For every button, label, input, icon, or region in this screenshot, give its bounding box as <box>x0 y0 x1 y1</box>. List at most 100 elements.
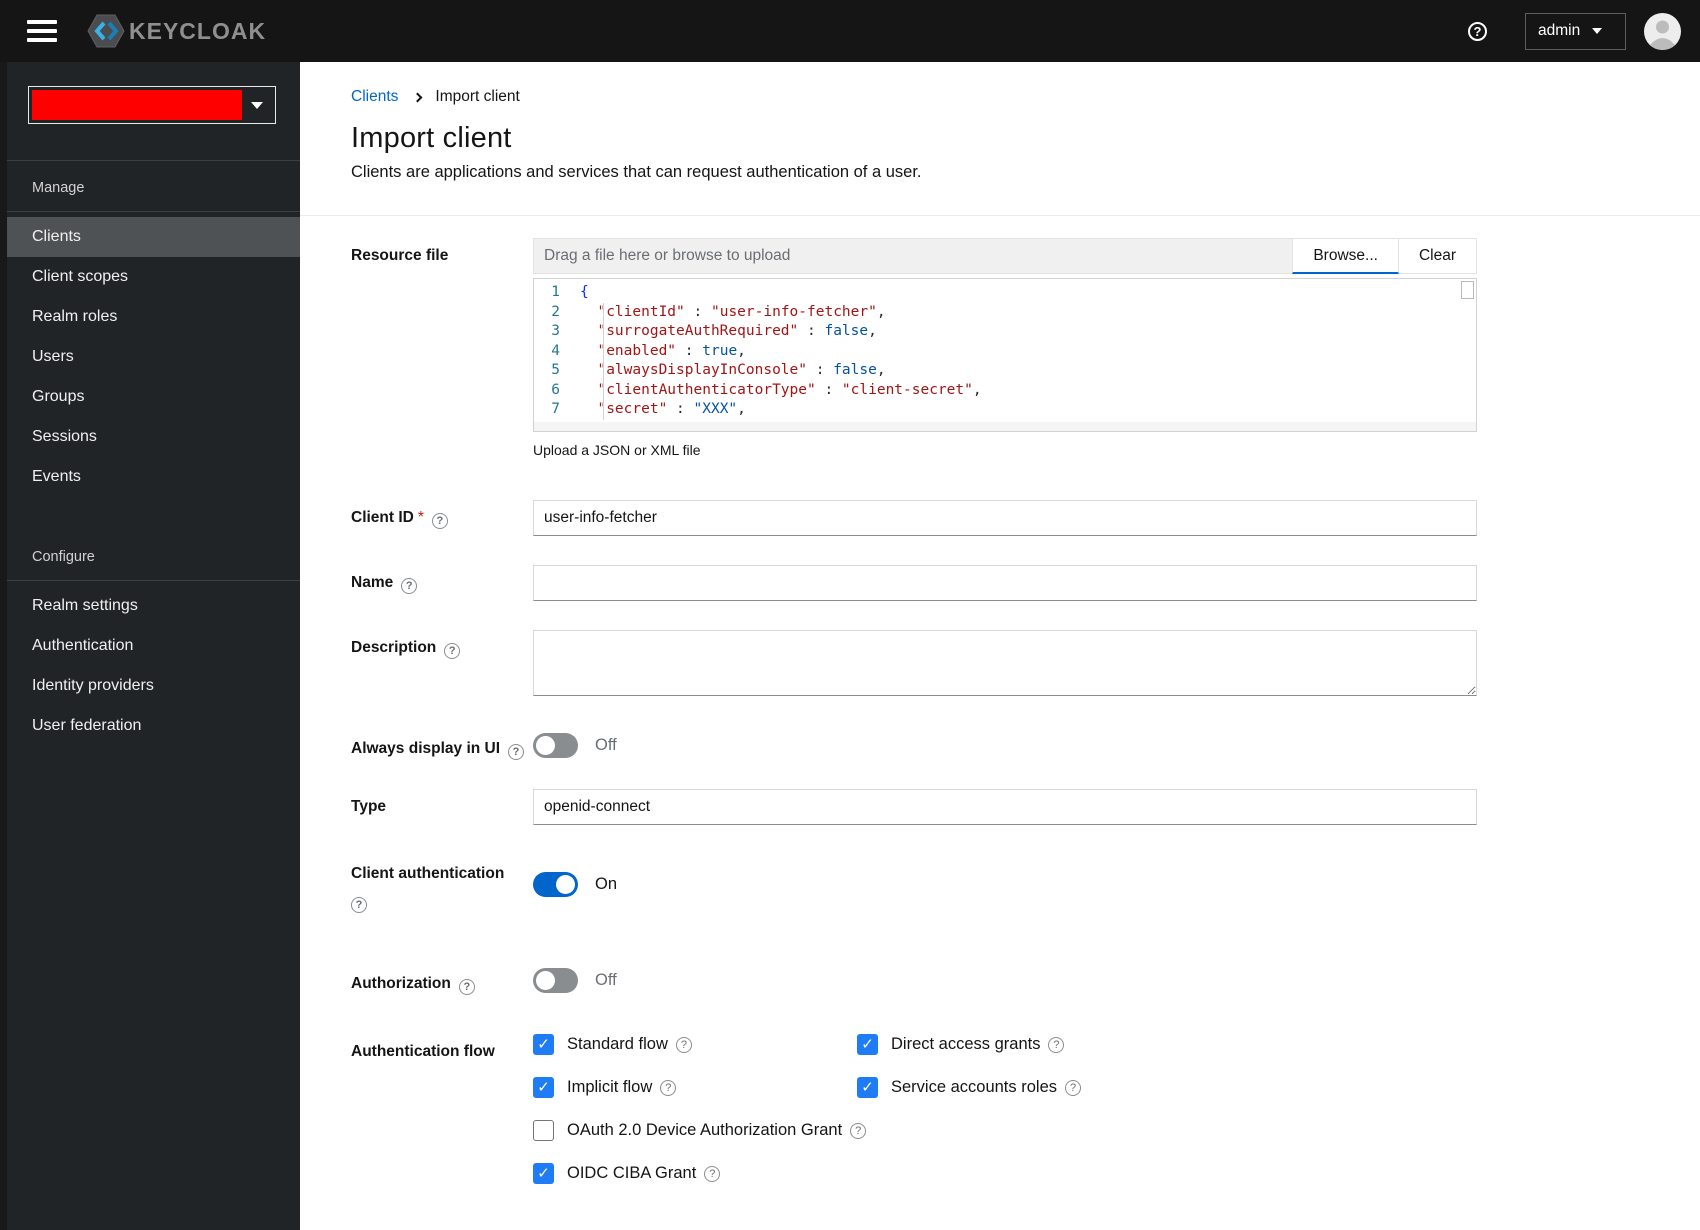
checkbox-oidc-ciba-grant[interactable]: ✓ OIDC CIBA Grant <box>533 1163 1477 1184</box>
checkbox-oauth-device-grant[interactable]: OAuth 2.0 Device Authorization Grant <box>533 1120 1477 1141</box>
nav-section-title: Manage <box>0 161 300 212</box>
help-icon[interactable] <box>508 744 525 760</box>
sidebar-item-clients[interactable]: Clients <box>0 217 300 257</box>
realm-selector[interactable] <box>28 86 276 124</box>
sidebar-item-events[interactable]: Events <box>0 457 300 497</box>
editor-scrollbar[interactable] <box>1461 281 1474 299</box>
help-icon[interactable] <box>431 513 448 529</box>
keycloak-logo: KEYCLOAK <box>85 14 275 48</box>
checkbox-checked-icon[interactable]: ✓ <box>533 1163 554 1184</box>
always-display-toggle[interactable] <box>533 733 578 758</box>
description-label: Description <box>351 630 533 701</box>
sidebar-item-user-federation[interactable]: User federation <box>0 706 300 746</box>
browse-button[interactable]: Browse... <box>1292 238 1399 274</box>
code-editor[interactable]: 1{2 "clientId" : "user-info-fetcher", 3 "… <box>533 278 1477 432</box>
nav-list: Clients Client scopes Realm roles Users Grou… <box>0 212 300 497</box>
help-icon[interactable] <box>458 979 475 995</box>
sidebar-item-label: Identity providers <box>32 677 154 694</box>
nav-toggle-hamburger-icon[interactable] <box>27 20 57 42</box>
checkmark-icon: ✓ <box>537 1079 550 1096</box>
checkbox-unchecked-icon[interactable] <box>533 1120 554 1141</box>
line-number: 7 <box>551 401 560 417</box>
checkmark-icon: ✓ <box>537 1165 550 1182</box>
code-line: 1{ <box>534 283 1476 303</box>
auth-flow-label: Authentication flow <box>351 1043 495 1060</box>
line-number: 2 <box>551 303 560 320</box>
sidebar-item-groups[interactable]: Groups <box>0 377 300 417</box>
checkbox-checked-icon[interactable]: ✓ <box>857 1034 878 1055</box>
chevron-down-icon <box>1592 28 1603 34</box>
authorization-toggle[interactable] <box>533 968 578 993</box>
avatar[interactable] <box>1644 12 1681 50</box>
line-number: 6 <box>551 381 560 398</box>
sidebar-item-label: User federation <box>32 717 142 734</box>
help-icon[interactable] <box>401 578 418 594</box>
code-text: "alwaysDisplayInConsole" : false, <box>597 362 886 378</box>
editor-hscrollbar[interactable] <box>534 422 1476 431</box>
checkbox-implicit-flow[interactable]: ✓ Implicit flow <box>533 1077 857 1098</box>
sidebar-item-client-scopes[interactable]: Client scopes <box>0 257 300 297</box>
auth-flow-checkbox-grid: ✓ Standard flow ✓ Direct access grants ✓ Impl… <box>533 1034 1477 1184</box>
line-number: 5 <box>551 362 560 378</box>
resource-file-label: Resource file <box>351 247 449 264</box>
checkmark-icon: ✓ <box>861 1079 874 1096</box>
checkbox-label: Service accounts roles <box>891 1078 1057 1096</box>
sidebar-item-identity-providers[interactable]: Identity providers <box>0 666 300 706</box>
client-id-field[interactable] <box>533 500 1477 536</box>
sidebar-item-sessions[interactable]: Sessions <box>0 417 300 457</box>
sidebar-item-label: Events <box>32 468 81 485</box>
sidebar-item-label: Clients <box>32 228 81 245</box>
brand-text: KEYCLOAK <box>129 18 266 44</box>
help-icon[interactable] <box>1065 1079 1081 1096</box>
help-icon[interactable] <box>1048 1036 1065 1053</box>
checkbox-checked-icon[interactable]: ✓ <box>533 1077 554 1098</box>
sidebar-item-label: Users <box>32 348 74 365</box>
code-text: { <box>580 284 589 300</box>
clear-button[interactable]: Clear <box>1398 238 1477 274</box>
checkbox-checked-icon[interactable]: ✓ <box>857 1077 878 1098</box>
help-icon[interactable] <box>850 1122 867 1139</box>
help-icon[interactable] <box>444 643 461 659</box>
type-field[interactable] <box>533 789 1477 825</box>
description-field[interactable] <box>533 630 1477 696</box>
always-display-label-text: Always display in UI <box>351 740 501 757</box>
help-icon[interactable] <box>351 897 367 913</box>
sidebar-item-authentication[interactable]: Authentication <box>0 626 300 666</box>
breadcrumb-current: Import client <box>435 88 520 105</box>
help-icon[interactable] <box>660 1079 677 1096</box>
code-line: 2 "clientId" : "user-info-fetcher", <box>534 303 1476 323</box>
code-text: "secret" : "XXX", <box>597 401 746 417</box>
checkmark-icon: ✓ <box>537 1036 550 1053</box>
sidebar-item-label: Sessions <box>32 428 97 445</box>
name-field[interactable] <box>533 565 1477 601</box>
help-icon[interactable] <box>1468 21 1487 41</box>
name-label: Name <box>351 565 533 601</box>
file-upload-drop-zone[interactable]: Drag a file here or browse to upload <box>533 238 1293 274</box>
checkbox-checked-icon[interactable]: ✓ <box>533 1034 554 1055</box>
code-line: 5 "alwaysDisplayInConsole" : false, <box>534 361 1476 381</box>
user-menu-dropdown[interactable]: admin <box>1525 12 1626 50</box>
sidebar-item-label: Realm roles <box>32 308 118 325</box>
import-client-form: Resource file Drag a file here or browse… <box>351 238 1477 1230</box>
checkbox-direct-access-grants[interactable]: ✓ Direct access grants <box>857 1034 1477 1055</box>
page-title: Import client <box>351 122 512 154</box>
description-label-text: Description <box>351 639 437 656</box>
checkbox-service-accounts-roles[interactable]: ✓ Service accounts roles <box>857 1077 1477 1098</box>
realm-name-redacted <box>32 90 242 120</box>
sidebar-item-label: Client scopes <box>32 268 129 285</box>
client-auth-toggle[interactable] <box>533 872 578 897</box>
help-icon[interactable] <box>675 1036 692 1053</box>
code-line: 4 "enabled" : true, <box>534 342 1476 362</box>
sidebar-item-realm-settings[interactable]: Realm settings <box>0 586 300 626</box>
upload-helper-text: Upload a JSON or XML file <box>533 442 701 458</box>
sidebar-item-users[interactable]: Users <box>0 337 300 377</box>
required-asterisk: * <box>417 509 424 526</box>
sidebar-item-realm-roles[interactable]: Realm roles <box>0 297 300 337</box>
user-name: admin <box>1538 22 1581 39</box>
authorization-label: Authorization <box>351 966 533 995</box>
checkbox-label: Standard flow <box>567 1035 668 1053</box>
help-icon[interactable] <box>704 1165 721 1182</box>
checkbox-standard-flow[interactable]: ✓ Standard flow <box>533 1034 857 1055</box>
breadcrumb-clients-link[interactable]: Clients <box>351 88 398 106</box>
checkbox-label: OAuth 2.0 Device Authorization Grant <box>567 1121 843 1139</box>
